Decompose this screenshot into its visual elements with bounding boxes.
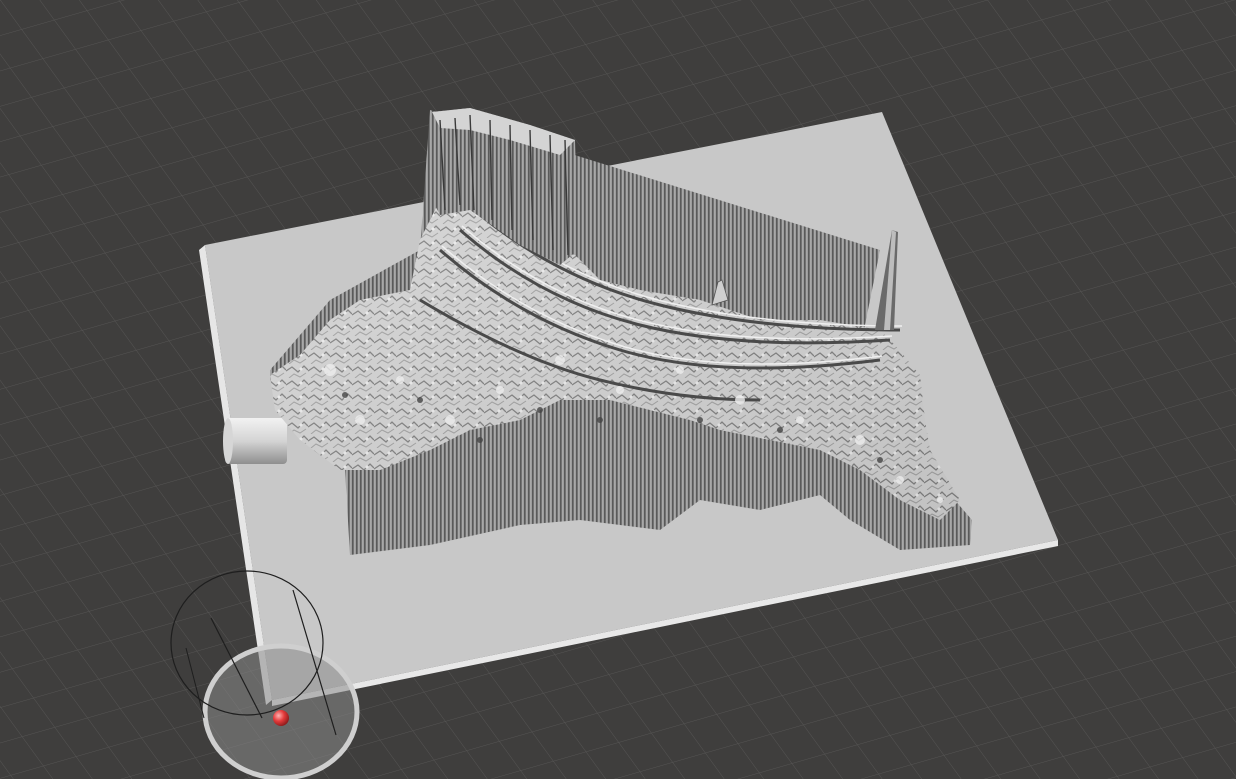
connector-peg[interactable] [223,418,287,464]
gizmo-handle[interactable] [273,710,289,726]
3d-viewport[interactable] [0,0,1236,779]
